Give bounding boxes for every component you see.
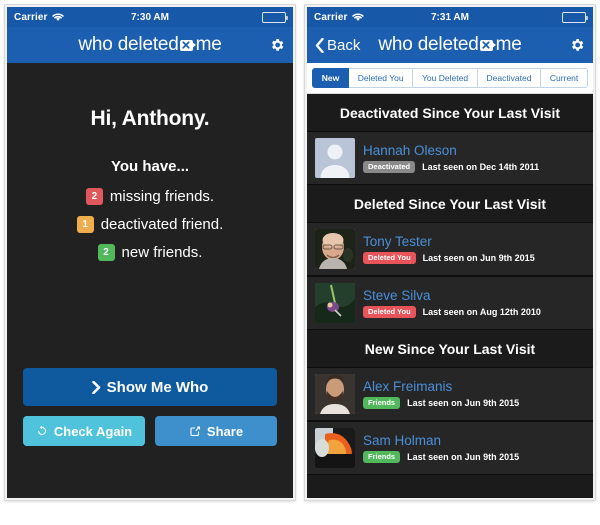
list-item-meta: Deactivated Last seen on Dec 14th 2011 [363, 161, 539, 173]
status-bar-right-group [262, 12, 286, 23]
check-again-label: Check Again [54, 424, 132, 439]
refresh-icon [36, 425, 48, 437]
show-me-who-label: Show Me Who [107, 379, 209, 396]
home-actions: Show Me Who Check Again Share [23, 368, 277, 446]
list-item[interactable]: Sam Holman Friends Last seen on Jun 9th … [307, 421, 593, 475]
phone-right: Carrier 7:31 AM Back who deleted [305, 5, 595, 500]
carrier-label: Carrier [14, 12, 48, 23]
friends-list[interactable]: Deactivated Since Your Last Visit Hannah… [307, 94, 593, 498]
tab-deleted-you[interactable]: Deleted You [349, 68, 413, 88]
wifi-icon [52, 12, 64, 22]
list-item-info: Sam Holman Friends Last seen on Jun 9th … [363, 433, 519, 463]
avatar [315, 229, 355, 269]
app-title-part1: who deleted [78, 34, 178, 56]
chevron-left-icon [315, 38, 324, 53]
phone-left: Carrier 7:30 AM who deleted me [5, 5, 295, 500]
chevron-right-icon [92, 381, 101, 394]
list-item-meta: Friends Last seen on Jun 9th 2015 [363, 451, 519, 463]
secondary-actions: Check Again Share [23, 416, 277, 446]
status-badge: Deleted You [363, 252, 416, 264]
last-seen-text: Last seen on Jun 9th 2015 [407, 398, 519, 408]
list-item[interactable]: Alex Freimanis Friends Last seen on Jun … [307, 367, 593, 421]
avatar [315, 138, 355, 178]
count-label: missing friends. [110, 188, 214, 205]
app-title: who deleted me [7, 34, 293, 56]
list-item-name[interactable]: Steve Silva [363, 288, 541, 303]
check-again-button[interactable]: Check Again [23, 416, 145, 446]
section-header: Deactivated Since Your Last Visit [307, 94, 593, 131]
show-me-who-button[interactable]: Show Me Who [23, 368, 277, 406]
app-title-part2: me [196, 34, 222, 56]
summary-subhead: You have... [111, 158, 189, 175]
last-seen-text: Last seen on Jun 9th 2015 [407, 452, 519, 462]
list-item-info: Tony Tester Deleted You Last seen on Jun… [363, 234, 535, 264]
avatar [315, 428, 355, 468]
list-item-info: Steve Silva Deleted You Last seen on Aug… [363, 288, 541, 318]
list-item-name[interactable]: Tony Tester [363, 234, 535, 249]
count-row: 1 deactivated friend. [77, 216, 224, 233]
app-title-part2: me [496, 34, 522, 56]
battery-icon [262, 12, 286, 23]
list-item-name[interactable]: Hannah Oleson [363, 143, 539, 158]
avatar [315, 283, 355, 323]
count-row: 2 missing friends. [86, 188, 214, 205]
greeting-text: Hi, Anthony. [91, 107, 210, 131]
carrier-label: Carrier [314, 12, 348, 23]
tab-you-deleted[interactable]: You Deleted [413, 68, 478, 88]
list-item-meta: Deleted You Last seen on Jun 9th 2015 [363, 252, 535, 264]
status-bar-left: Carrier 7:30 AM [7, 7, 293, 27]
last-seen-text: Last seen on Jun 9th 2015 [423, 253, 535, 263]
tab-deactivated[interactable]: Deactivated [478, 68, 541, 88]
status-badge: Deactivated [363, 161, 415, 173]
share-icon [189, 425, 201, 437]
list-item-name[interactable]: Sam Holman [363, 433, 519, 448]
tab-current[interactable]: Current [541, 68, 588, 88]
count-label: deactivated friend. [101, 216, 224, 233]
list-item[interactable]: Tony Tester Deleted You Last seen on Jun… [307, 222, 593, 276]
status-badge: Deleted You [363, 306, 416, 318]
last-seen-text: Last seen on Dec 14th 2011 [422, 162, 539, 172]
section-header: New Since Your Last Visit [307, 330, 593, 367]
battery-icon [562, 12, 586, 23]
count-badge: 1 [77, 216, 94, 233]
nav-bar-left: who deleted me [7, 27, 293, 63]
count-row: 2 new friends. [98, 244, 203, 261]
status-bar-left-group: Carrier [14, 12, 64, 23]
list-item-meta: Friends Last seen on Jun 9th 2015 [363, 397, 519, 409]
back-button[interactable]: Back [315, 37, 360, 54]
status-bar-right-group [562, 12, 586, 23]
gear-icon[interactable] [269, 37, 285, 53]
list-item[interactable]: Hannah Oleson Deactivated Last seen on D… [307, 131, 593, 185]
count-badge: 2 [98, 244, 115, 261]
tab-new[interactable]: New [312, 68, 349, 88]
list-item-meta: Deleted You Last seen on Aug 12th 2010 [363, 306, 541, 318]
back-label: Back [327, 37, 360, 54]
status-bar-right: Carrier 7:31 AM [307, 7, 593, 27]
counts-list: 2 missing friends. 1 deactivated friend.… [77, 188, 224, 261]
app-title-part1: who deleted [378, 34, 478, 56]
wifi-icon [352, 12, 364, 22]
gear-icon[interactable] [569, 37, 585, 53]
count-badge: 2 [86, 188, 103, 205]
list-item-name[interactable]: Alex Freimanis [363, 379, 519, 394]
x-envelope-icon [180, 40, 193, 51]
avatar [315, 374, 355, 414]
status-bar-left-group: Carrier [314, 12, 364, 23]
share-label: Share [207, 424, 243, 439]
x-envelope-icon [480, 40, 493, 51]
section-header: Deleted Since Your Last Visit [307, 185, 593, 222]
home-content: Hi, Anthony. You have... 2 missing frien… [7, 63, 293, 498]
screenshot-stage: Carrier 7:30 AM who deleted me [0, 0, 600, 525]
status-badge: Friends [363, 397, 400, 409]
share-button[interactable]: Share [155, 416, 277, 446]
status-badge: Friends [363, 451, 400, 463]
list-item-info: Hannah Oleson Deactivated Last seen on D… [363, 143, 539, 173]
list-item[interactable]: Steve Silva Deleted You Last seen on Aug… [307, 276, 593, 330]
count-label: new friends. [122, 244, 203, 261]
last-seen-text: Last seen on Aug 12th 2010 [423, 307, 541, 317]
list-item-info: Alex Freimanis Friends Last seen on Jun … [363, 379, 519, 409]
filter-tabs: New Deleted You You Deleted Deactivated … [307, 63, 593, 94]
nav-bar-right: Back who deleted me [307, 27, 593, 63]
